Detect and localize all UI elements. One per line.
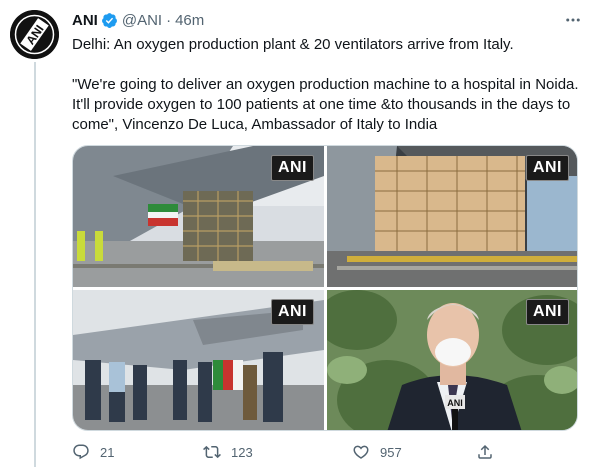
- share-icon: [478, 444, 492, 459]
- more-button[interactable]: [562, 10, 584, 30]
- ani-watermark: ANI: [525, 299, 569, 325]
- photo-officials-aircraft[interactable]: ANI: [73, 290, 324, 430]
- like-icon: [353, 445, 369, 459]
- ani-watermark: ANI: [525, 155, 569, 181]
- ani-watermark: ANI: [270, 299, 314, 325]
- tweet-header: ANI @ANI · 46m: [72, 10, 584, 30]
- ani-logo: ANI: [10, 10, 59, 59]
- photo-ambassador[interactable]: ANI ANI: [327, 290, 577, 430]
- thread-line: [34, 62, 36, 467]
- photo-aircraft-cargo[interactable]: ANI: [73, 146, 324, 287]
- retweet-icon: [203, 445, 221, 459]
- media-grid: ANI ANI ANI ANI ANI: [72, 145, 578, 431]
- tweet-text: Delhi: An oxygen production plant & 20 v…: [72, 35, 584, 135]
- timestamp[interactable]: 46m: [175, 12, 204, 29]
- reply-count: 21: [100, 444, 115, 460]
- author-handle[interactable]: @ANI: [122, 12, 162, 29]
- photo-cargo-pallet[interactable]: ANI: [327, 146, 577, 287]
- like-button[interactable]: 957: [352, 443, 476, 461]
- reply-icon: [73, 444, 89, 460]
- retweet-button[interactable]: 123: [203, 443, 352, 461]
- tweet-quote: "We're going to deliver an oxygen produc…: [72, 76, 579, 133]
- tweet-text-line: Delhi: An oxygen production plant & 20 v…: [72, 36, 514, 53]
- more-icon: [566, 18, 580, 22]
- retweet-count: 123: [231, 444, 253, 460]
- mic-logo-text: ANI: [447, 398, 463, 408]
- author-name[interactable]: ANI: [72, 12, 98, 29]
- like-count: 957: [380, 444, 402, 460]
- verified-badge-icon: [101, 12, 118, 29]
- action-bar: 21 123 957: [72, 442, 512, 462]
- separator-dot: ·: [166, 11, 172, 29]
- share-button[interactable]: [476, 443, 494, 461]
- ani-watermark: ANI: [270, 155, 314, 181]
- reply-button[interactable]: 21: [72, 443, 203, 461]
- avatar[interactable]: ANI: [10, 10, 59, 59]
